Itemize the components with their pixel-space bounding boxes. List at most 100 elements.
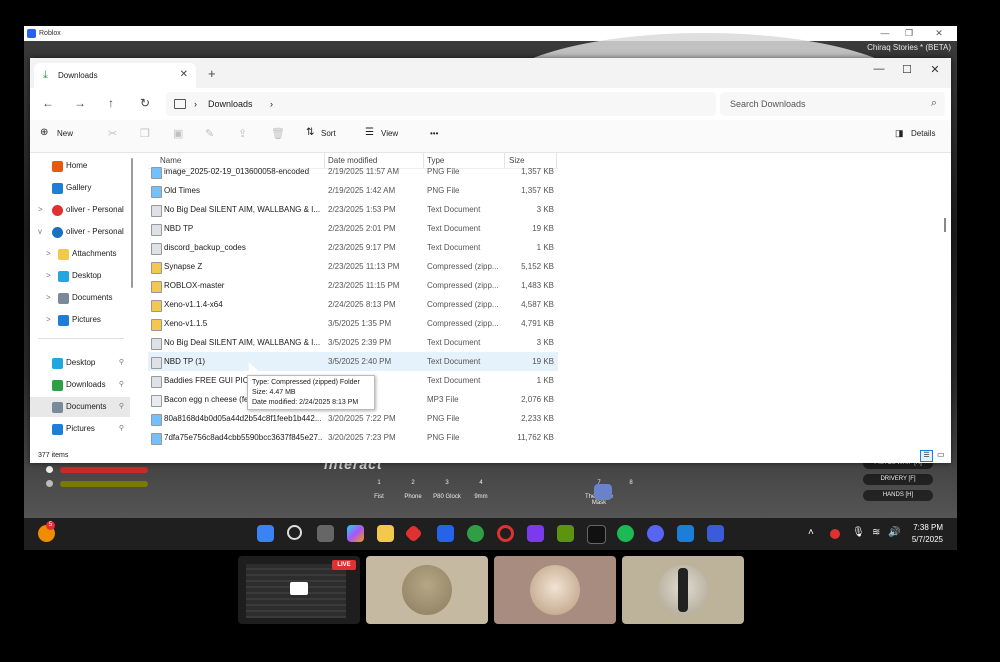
- microphone-icon[interactable]: 🎙: [852, 527, 865, 538]
- roblox-close-button[interactable]: ✕: [929, 26, 949, 41]
- chevron-right-icon[interactable]: >: [46, 288, 51, 308]
- sort-button[interactable]: Sort: [321, 129, 336, 138]
- game-icon[interactable]: [527, 525, 544, 542]
- file-row[interactable]: image_2025-02-19_013600058-encoded 2/19/2…: [148, 162, 558, 181]
- file-row[interactable]: Xeno-v1.1.5 3/5/2025 1:35 PM Compressed (z…: [148, 314, 558, 333]
- quick-access-desktop[interactable]: Desktop ⚲: [30, 353, 130, 373]
- file-row[interactable]: NBD TP (1) 3/5/2025 2:40 PM Text Document 1…: [148, 352, 558, 371]
- sidebar-item-onedrive[interactable]: v oliver - Personal: [30, 222, 130, 242]
- defender-icon[interactable]: [677, 525, 694, 542]
- file-row[interactable]: No Big Deal SILENT AIM, WALLBANG & I... 3…: [148, 333, 558, 352]
- paste-icon[interactable]: ▣: [173, 127, 183, 140]
- new-button[interactable]: New: [57, 129, 73, 138]
- hotbar-slot[interactable]: 1 Fist: [364, 480, 394, 500]
- chevron-down-icon[interactable]: v: [38, 222, 42, 242]
- participant-tile-3[interactable]: [622, 556, 744, 624]
- file-row[interactable]: discord_backup_codes 2/23/2025 9:17 PM Tex…: [148, 238, 558, 257]
- cut-icon[interactable]: ✂: [108, 127, 117, 140]
- copilot-icon[interactable]: [347, 525, 364, 542]
- quick-access-pictures[interactable]: Pictures ⚲: [30, 419, 130, 439]
- opera-icon[interactable]: [497, 525, 514, 542]
- chevron-right-icon[interactable]: >: [46, 244, 51, 264]
- health-bar: [60, 467, 148, 473]
- details-button[interactable]: Details: [911, 129, 935, 138]
- file-row[interactable]: 80a8168d4b0d05a44d2b54c8f1feeb1b442... 3/…: [148, 409, 558, 428]
- sidebar-scrollbar[interactable]: [131, 158, 133, 288]
- pin-icon[interactable]: ⚲: [119, 419, 124, 439]
- file-row[interactable]: ROBLOX-master 2/23/2025 11:15 PM Compresse…: [148, 276, 558, 295]
- quick-access-documents[interactable]: Documents ⚲: [30, 397, 130, 417]
- minimize-button[interactable]: —: [865, 63, 893, 75]
- chevron-right-icon[interactable]: >: [38, 200, 43, 220]
- hotbar-slot[interactable]: 4 9mm: [466, 480, 496, 500]
- app-red-icon[interactable]: [404, 524, 423, 543]
- clock[interactable]: 7:38 PM 5/7/2025: [912, 522, 943, 546]
- sidebar-item-documents[interactable]: > Documents: [30, 288, 130, 308]
- sidebar-item-oliver-personal[interactable]: > oliver - Personal: [30, 200, 130, 220]
- tab-downloads[interactable]: ⤓ Downloads ✕: [34, 63, 196, 88]
- terminal-icon[interactable]: [587, 525, 606, 544]
- minecraft-icon[interactable]: [557, 525, 574, 542]
- start-icon[interactable]: [257, 525, 274, 542]
- back-icon[interactable]: ←: [42, 96, 54, 110]
- wifi-icon[interactable]: ≋: [872, 527, 880, 538]
- copy-icon[interactable]: ❐: [140, 127, 150, 140]
- file-type: Compressed (zipp...: [427, 281, 499, 290]
- task-view-icon[interactable]: [317, 525, 334, 542]
- pin-icon[interactable]: ⚲: [119, 375, 124, 395]
- file-row[interactable]: NBD TP 2/23/2025 2:01 PM Text Document 19 K…: [148, 219, 558, 238]
- sidebar-item-attachments[interactable]: > Attachments: [30, 244, 130, 264]
- view-button[interactable]: View: [381, 129, 398, 138]
- more-button[interactable]: •••: [430, 129, 438, 138]
- share-icon[interactable]: ⇪: [238, 127, 247, 140]
- file-list-scrollbar[interactable]: [944, 218, 946, 232]
- chevron-right-icon[interactable]: >: [46, 266, 51, 286]
- file-row[interactable]: Xeno-v1.1.4-x64 2/24/2025 8:13 PM Compress…: [148, 295, 558, 314]
- spotify-icon[interactable]: [617, 525, 634, 542]
- store-icon[interactable]: [437, 525, 454, 542]
- hotbar-slot[interactable]: 3 P80 Glock: [432, 480, 462, 500]
- file-explorer-icon[interactable]: [377, 525, 394, 542]
- up-icon[interactable]: ↑: [108, 96, 114, 110]
- participant-tile-2[interactable]: [494, 556, 616, 624]
- roblox-minimize-button[interactable]: —: [875, 26, 895, 41]
- close-tab-icon[interactable]: ✕: [180, 69, 188, 80]
- new-tab-button[interactable]: +: [208, 66, 216, 81]
- hotbar-slot[interactable]: 2 Phone: [398, 480, 428, 500]
- details-view-icon[interactable]: ☰: [920, 450, 933, 462]
- discord-icon[interactable]: [647, 525, 664, 542]
- participant-tile-1[interactable]: [366, 556, 488, 624]
- file-row[interactable]: Old Times 2/19/2025 1:42 AM PNG File 1,357 …: [148, 181, 558, 200]
- sidebar-item-desktop[interactable]: > Desktop: [30, 266, 130, 286]
- chevron-right-icon[interactable]: >: [46, 310, 51, 330]
- file-row[interactable]: No Big Deal SILENT AIM, WALLBANG & I... 2…: [148, 200, 558, 219]
- pin-icon[interactable]: ⚲: [119, 397, 124, 417]
- sidebar-item-home[interactable]: Home: [30, 156, 130, 176]
- search-box[interactable]: Search Downloads ⌕: [720, 92, 945, 116]
- pin-icon[interactable]: ⚲: [119, 353, 124, 373]
- search-icon[interactable]: [287, 525, 302, 540]
- screen-share-tile[interactable]: LIVE: [238, 556, 360, 624]
- roblox-icon[interactable]: [707, 525, 724, 542]
- breadcrumb[interactable]: › Downloads ›: [166, 92, 716, 116]
- delete-icon[interactable]: 🗑: [271, 127, 285, 140]
- breadcrumb-sep[interactable]: ›: [270, 99, 273, 109]
- breadcrumb-folder[interactable]: Downloads: [208, 99, 253, 109]
- forward-icon[interactable]: →: [74, 96, 86, 110]
- maximize-button[interactable]: ☐: [893, 63, 921, 76]
- chrome-icon[interactable]: [467, 525, 484, 542]
- chevron-up-icon[interactable]: ˄: [808, 527, 814, 538]
- close-button[interactable]: ✕: [921, 63, 949, 76]
- volume-icon[interactable]: 🔊: [888, 527, 900, 538]
- file-row[interactable]: Synapse Z 2/23/2025 11:13 PM Compressed (z…: [148, 257, 558, 276]
- rename-icon[interactable]: ✎: [205, 127, 214, 140]
- file-row[interactable]: 7dfa75e756c8ad4cbb5590bcc3637f845e27... 3…: [148, 428, 558, 447]
- quick-access-downloads[interactable]: Downloads ⚲: [30, 375, 130, 395]
- mcafee-icon[interactable]: [830, 529, 840, 539]
- sidebar-item-pictures[interactable]: > Pictures: [30, 310, 130, 330]
- tiles-view-icon[interactable]: ▭: [937, 450, 947, 460]
- sidebar-item-gallery[interactable]: Gallery: [30, 178, 130, 198]
- hotbar-slot[interactable]: 8: [616, 480, 646, 494]
- refresh-icon[interactable]: ↻: [140, 96, 150, 110]
- roblox-restore-button[interactable]: ❐: [899, 26, 919, 41]
